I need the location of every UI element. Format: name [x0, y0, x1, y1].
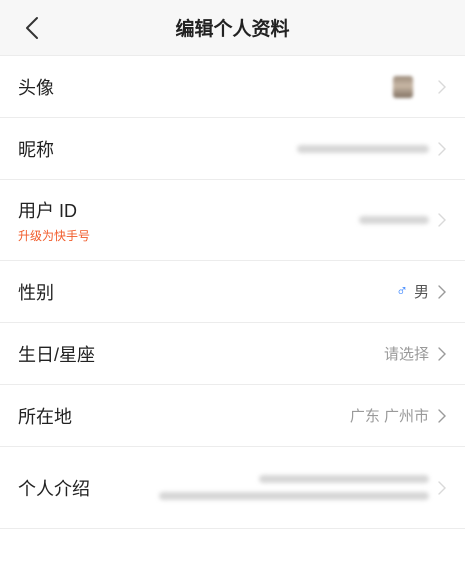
row-intro[interactable]: 个人介绍 [0, 447, 465, 529]
row-label: 昵称 [18, 139, 54, 160]
row-label: 生日/星座 [18, 344, 96, 365]
row-avatar[interactable]: 头像 [0, 56, 465, 118]
chevron-left-icon [26, 17, 38, 39]
top-bar: 编辑个人资料 [0, 0, 465, 56]
userid-value-blurred [359, 216, 429, 224]
row-location[interactable]: 所在地 广东 广州市 [0, 385, 465, 447]
back-button[interactable] [18, 14, 46, 42]
row-label: 所在地 [18, 406, 72, 427]
intro-value-blurred [159, 475, 429, 500]
chevron-right-icon [437, 480, 447, 496]
location-value: 广东 广州市 [349, 408, 429, 425]
row-birthday[interactable]: 生日/星座 请选择 [0, 323, 465, 385]
upgrade-link[interactable]: 升级为快手号 [18, 227, 90, 244]
page-title: 编辑个人资料 [175, 19, 290, 40]
chevron-right-icon [437, 346, 447, 362]
row-label: 性别 [18, 282, 54, 303]
row-label: 头像 [18, 77, 54, 98]
chevron-right-icon [437, 79, 447, 95]
male-icon: ♂ [395, 282, 408, 300]
profile-list: 头像 昵称 用户 ID 升级为快手号 性别 ♂ 男 生日/星座 请选择 所在地 … [0, 56, 465, 529]
row-label: 用户 ID [18, 200, 78, 221]
nickname-value-blurred [297, 144, 429, 153]
row-userid[interactable]: 用户 ID 升级为快手号 [0, 180, 465, 261]
chevron-right-icon [437, 408, 447, 424]
chevron-right-icon [437, 284, 447, 300]
birthday-value: 请选择 [383, 346, 429, 363]
row-gender[interactable]: 性别 ♂ 男 [0, 261, 465, 323]
avatar [393, 75, 413, 98]
gender-value: 男 [413, 284, 429, 301]
row-label: 个人介绍 [18, 478, 90, 499]
chevron-right-icon [437, 212, 447, 228]
chevron-right-icon [437, 141, 447, 157]
row-nickname[interactable]: 昵称 [0, 118, 465, 180]
